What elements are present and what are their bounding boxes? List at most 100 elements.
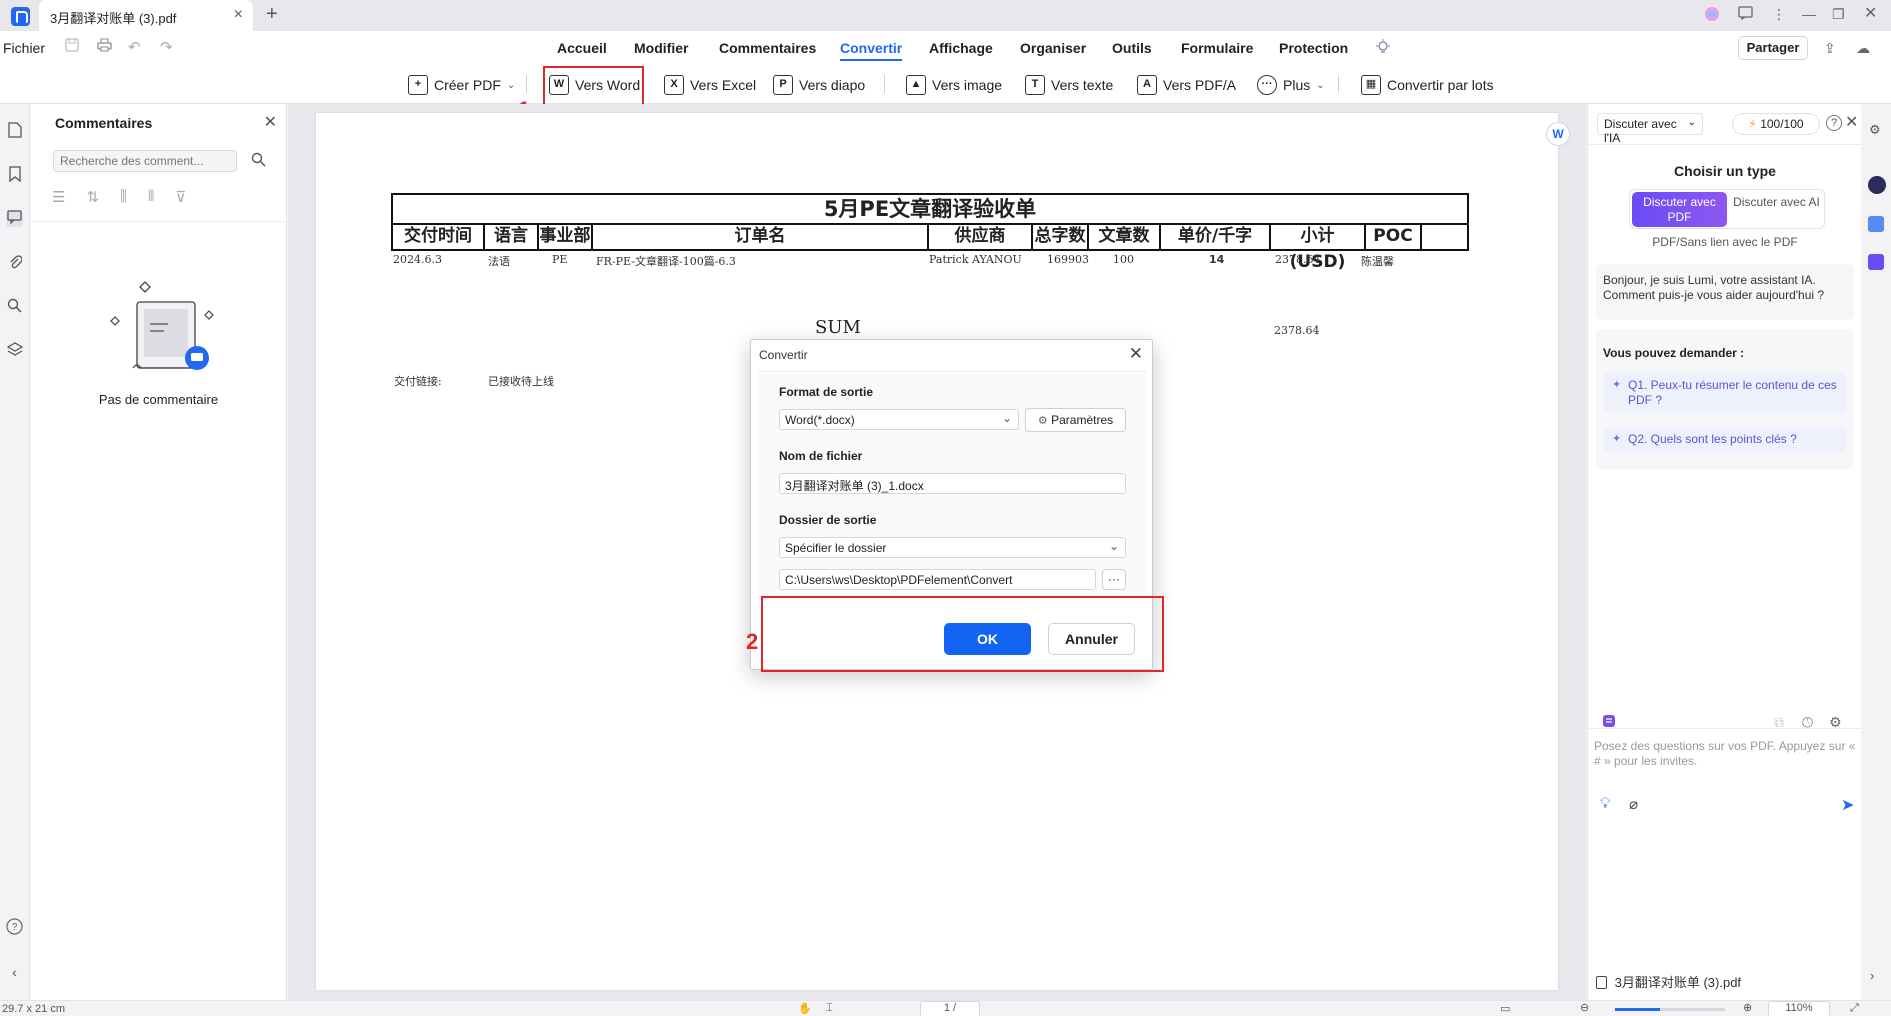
translate-tool-icon[interactable] (1868, 216, 1884, 232)
redo-icon[interactable]: ↷ (160, 38, 176, 56)
suggested-question-2[interactable]: Q2. Quels sont les points clés ? (1604, 427, 1846, 452)
avatar-icon[interactable] (1704, 6, 1720, 25)
help-icon[interactable]: ? (6, 918, 23, 935)
ai-assistant-icon[interactable] (1868, 176, 1886, 194)
comments-panel-title: Commentaires (55, 115, 153, 131)
help-icon[interactable]: ? (1826, 115, 1842, 131)
menu-formulaire[interactable]: Formulaire (1181, 40, 1253, 56)
close-panel-icon[interactable]: ✕ (264, 112, 277, 132)
zoom-out-icon[interactable]: ⊖ (1580, 1001, 1589, 1014)
output-folder-select[interactable]: Spécifier le dossier ⌄ (779, 537, 1126, 558)
to-image-button[interactable]: ▲ Vers image (906, 72, 1002, 98)
comment-icon[interactable] (6, 210, 23, 227)
to-pdfa-button[interactable]: A Vers PDF/A (1137, 72, 1236, 98)
to-text-label: Vers texte (1051, 77, 1114, 93)
to-excel-label: Vers Excel (690, 77, 757, 93)
close-panel-icon[interactable]: ✕ (1845, 112, 1858, 132)
feedback-icon[interactable] (1738, 6, 1753, 23)
lightbulb-icon[interactable] (1375, 39, 1391, 59)
close-tab-icon[interactable]: × (234, 6, 243, 24)
menu-protection[interactable]: Protection (1279, 40, 1348, 56)
list-view-icon[interactable]: ☰ (52, 188, 65, 206)
attached-file-chip[interactable]: 3月翻译对账单 (3).pdf (1596, 972, 1741, 991)
create-pdf-button[interactable]: + Créer PDF ⌄ (408, 72, 515, 98)
svg-text:?: ? (12, 922, 18, 933)
status-filter-icon[interactable]: ⫴ (148, 188, 154, 206)
upload-cloud-icon[interactable]: ⇪ (1824, 40, 1836, 57)
toolbar-divider (1338, 75, 1339, 93)
close-window-icon[interactable]: ✕ (1864, 3, 1877, 23)
batch-convert-button[interactable]: ▦ Convertir par lots (1361, 72, 1494, 98)
layers-icon[interactable] (6, 342, 23, 359)
ai-tool-icon[interactable] (1868, 254, 1884, 270)
author-filter-icon[interactable]: ⫼ (120, 188, 127, 206)
filename-input[interactable]: 3月翻译对账单 (3)_1.docx (779, 473, 1126, 494)
attach-file-icon[interactable]: ⌀ (1629, 795, 1638, 813)
menu-commentaires[interactable]: Commentaires (719, 40, 816, 56)
more-button[interactable]: ··· Plus ⌄ (1257, 72, 1325, 98)
chat-with-ai-option[interactable]: Discuter avec AI (1729, 192, 1824, 227)
menu-organiser[interactable]: Organiser (1020, 40, 1086, 56)
search-icon[interactable] (251, 152, 266, 171)
bookmark-icon[interactable] (6, 166, 23, 183)
to-text-button[interactable]: T Vers texte (1025, 72, 1113, 98)
output-path-input[interactable]: C:\Users\ws\Desktop\PDFelement\Convert (779, 569, 1096, 590)
app-logo-icon (11, 7, 30, 26)
suggestions-box: Vous pouvez demander : Q1. Peux-tu résum… (1596, 329, 1854, 469)
header-cell (1422, 223, 1469, 249)
zoom-in-icon[interactable]: ⊕ (1743, 1001, 1752, 1014)
file-menu[interactable]: Fichier (3, 40, 45, 56)
footer-label: 交付链接: (394, 375, 442, 388)
send-icon[interactable]: ➤ (1841, 795, 1854, 815)
page-thumbnail-icon[interactable] (6, 122, 23, 139)
collapse-panel-icon[interactable]: ‹ (6, 964, 23, 981)
menu-modifier[interactable]: Modifier (634, 40, 688, 56)
filter-icon[interactable]: ⊽ (175, 188, 186, 206)
assistant-greeting: Bonjour, je suis Lumi, votre assistant I… (1596, 264, 1854, 320)
gear-icon: ⚙ (1037, 415, 1048, 427)
save-icon[interactable] (65, 38, 81, 54)
menu-convertir[interactable]: Convertir (840, 40, 903, 61)
ai-question-input[interactable]: Posez des questions sur vos PDF. Appuyez… (1588, 728, 1862, 888)
minimize-icon[interactable]: — (1802, 6, 1816, 22)
fullscreen-icon[interactable]: ⤢ (1850, 1002, 1859, 1015)
ai-mode-select[interactable]: Discuter avec l'IA ⌄ (1597, 113, 1703, 145)
zoom-level-select[interactable]: 110% (1768, 1001, 1830, 1016)
hand-tool-icon[interactable]: ✋ (798, 1002, 812, 1015)
comment-search-input[interactable] (53, 150, 237, 172)
chat-with-pdf-option[interactable]: Discuter avec PDF (1632, 192, 1727, 227)
undo-icon[interactable]: ↶ (128, 38, 144, 56)
to-slides-button[interactable]: P Vers diapo (773, 72, 865, 98)
settings-button[interactable]: ⚙ Paramètres (1025, 408, 1126, 432)
page-number-input[interactable]: 1 / (920, 1001, 980, 1016)
document-tab[interactable]: 3月翻译对账单 (3).pdf × (39, 0, 253, 31)
image-icon: ▲ (906, 75, 926, 95)
ai-credits-badge[interactable]: ⚡ 100/100 (1732, 113, 1820, 135)
collapse-panel-icon[interactable]: › (1870, 968, 1874, 983)
sort-icon[interactable]: ⇅ (86, 188, 99, 206)
comment-filter-bar: ☰ ⇅ ⫼ ⫴ ⊽ (52, 188, 186, 206)
to-excel-button[interactable]: X Vers Excel (664, 72, 756, 98)
menu-accueil[interactable]: Accueil (557, 40, 607, 56)
add-tab-icon[interactable]: + (266, 3, 278, 26)
fit-width-icon[interactable]: ▭ (1500, 1002, 1510, 1015)
adjust-settings-icon[interactable]: ⚙ (1869, 122, 1881, 138)
menu-outils[interactable]: Outils (1112, 40, 1152, 56)
translate-icon[interactable]: W (1546, 122, 1570, 146)
suggested-question-1[interactable]: Q1. Peux-tu résumer le contenu de ces PD… (1604, 373, 1846, 413)
cloud-icon[interactable]: ☁ (1856, 40, 1870, 57)
restore-icon[interactable]: ❐ (1832, 6, 1845, 23)
lightbulb-icon[interactable]: 💡︎ (1600, 795, 1611, 812)
zoom-slider[interactable] (1615, 1008, 1725, 1011)
print-icon[interactable] (97, 38, 113, 54)
search-icon[interactable] (6, 298, 23, 315)
share-button[interactable]: Partager (1738, 36, 1808, 60)
select-tool-icon[interactable]: ⌶ (826, 1002, 833, 1015)
menu-affichage[interactable]: Affichage (929, 40, 993, 56)
output-format-select[interactable]: Word(*.docx) ⌄ (779, 409, 1019, 430)
browse-folder-button[interactable]: ··· (1102, 569, 1126, 590)
more-options-icon[interactable]: ⋮ (1772, 6, 1786, 23)
attachment-icon[interactable] (6, 254, 23, 271)
chat-type-toggle: Discuter avec PDF Discuter avec AI (1629, 189, 1825, 229)
close-dialog-icon[interactable]: ✕ (1129, 344, 1143, 364)
